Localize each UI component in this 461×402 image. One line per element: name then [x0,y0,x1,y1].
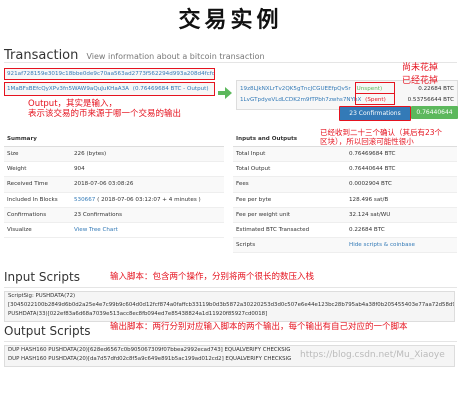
output-amount: 0.53756644 BTC [407,97,454,103]
input-script-box: ScriptSig: PUSHDATA(72) [3045022100b2849… [4,291,455,322]
row-label: Fee per byte [236,196,272,203]
unspent-annotation: 尚未花掉 [402,63,439,73]
block-time: ( 2018-07-06 03:12:07 + 4 minutes ) [97,196,201,203]
spent-highlight [355,93,395,105]
input-address-link[interactable]: 1MaBFsBEfcQyXPv3fn5WAW9aQuJuKHaA3A [7,86,129,92]
view-tree-chart-link[interactable]: View Tree Chart [74,223,118,237]
tx-hash-link[interactable]: 921af728159e3019c18bbe0de9c70aa563ad2773… [7,71,214,77]
summary-heading: Summary [4,132,224,147]
row-value: 0.76440644 BTC [349,166,396,173]
table-row: Fee per weight unit 32.124 sat/WU [233,207,457,223]
row-value: 128.496 sat/B [349,196,389,203]
confirmations-button[interactable]: 23 Confirmations [339,106,411,121]
table-row: Size 226 (bytes) [4,147,224,163]
row-label: Received Time [7,181,48,188]
row-label: Visualize [7,226,32,233]
row-value: 530667 ( 2018-07-06 03:12:07 + 4 minutes… [74,193,201,207]
script-line: ScriptSig: PUSHDATA(72) [8,293,76,299]
output-row: 1LvGTpdyeVLdLCDK2m9fTPbh7zwhs7NYhX (Spen… [240,95,454,105]
io-table: Inputs and Outputs Total Input 0.7646968… [233,132,457,254]
table-row: Visualize View Tree Chart [4,223,224,239]
row-label: Fee per weight unit [236,211,291,218]
summary-table: Summary Size 226 (bytes) Weight 904 Rece… [4,132,224,239]
row-value: 904 [74,166,85,173]
row-label: Weight [7,166,27,173]
output-address-link[interactable]: 19z8LJkNXLrTv2QK5gTncJCGUEEfpQv5r [240,86,351,92]
row-value: 0.0002904 BTC [349,181,392,188]
row-label: Total Output [236,166,271,173]
watermark: https://blog.csdn.net/Mu_Xiaoye [300,350,445,360]
output-address-link[interactable]: 1LvGTpdyeVLdLCDK2m9fTPbh7zwhs7NYhX [240,97,361,103]
input-address-box: 1MaBFsBEfcQyXPv3fn5WAW9aQuJuKHaA3A (0.76… [4,82,215,96]
table-row: Received Time 2018-07-06 03:08:26 [4,177,224,193]
transaction-subtitle: View information about a bitcoin transac… [86,52,265,61]
transaction-header: Transaction View information about a bit… [4,44,265,63]
input-scripts-title: Input Scripts [4,270,80,284]
row-label: Size [7,151,19,157]
row-label: Total Input [236,151,266,157]
output-script-annotation: 输出脚本：两行分别对应输入脚本的两个输出，每个输出有自己对应的一个脚本 [110,322,408,332]
header-divider [4,62,457,63]
row-value: 2018-07-06 03:08:26 [74,181,134,188]
hide-scripts-link[interactable]: Hide scripts & coinbase [349,238,415,252]
spent-annotation: 已经花掉 [402,76,439,86]
table-row: Included In Blocks 530667 ( 2018-07-06 0… [4,193,224,208]
row-value: 32.124 sat/WU [349,211,391,218]
row-value: 0.76469684 BTC [349,151,396,157]
page-title: 交易实例 [178,7,283,33]
input-amount[interactable]: (0.76469684 BTC - Output) [133,86,209,92]
row-value: 0.22684 BTC [349,226,385,233]
row-label: Scripts [236,242,256,249]
table-row: Fees 0.0002904 BTC [233,177,457,193]
row-label: Included In Blocks [7,196,58,203]
table-row: Estimated BTC Transacted 0.22684 BTC [233,223,457,239]
output-annotation: Output，其实是输入， 表示该交易的币来源于哪一个交易的输出 [28,99,182,119]
table-row: Confirmations 23 Confirmations [4,207,224,223]
table-row: Scripts Hide scripts & coinbase [233,238,457,254]
table-row: Fee per byte 128.496 sat/B [233,193,457,208]
block-link[interactable]: 530667 [74,197,95,203]
input-scripts-divider [4,287,457,288]
row-label: Confirmations [7,211,47,218]
row-value: 23 Confirmations [74,211,123,218]
tx-hash-box: 921af728159e3019c18bbe0de9c70aa563ad2773… [4,68,215,80]
script-line: [3045022100b2849d6b0d2a25e4e7c99b9c604d0… [8,302,455,308]
arrow-right-icon [218,84,232,99]
row-label: Estimated BTC Transacted [236,226,310,233]
transaction-heading: Transaction [4,48,79,63]
row-label: Fees [236,181,249,188]
table-row: Total Input 0.76469684 BTC [233,147,457,163]
input-script-annotation: 输入脚本：包含两个操作，分别将两个很长的数压入栈 [110,272,315,282]
output-scripts-title: Output Scripts [4,324,91,338]
table-row: Weight 904 [4,162,224,178]
output-scripts-divider [4,341,457,342]
script-line: PUSHDATA(33)[022ef83a6d68a7039e513acc8ec… [8,311,268,317]
row-value: 226 (bytes) [74,151,107,157]
table-row: Total Output 0.76440644 BTC [233,162,457,178]
total-btc-button[interactable]: 0.76440644 BTC [411,106,458,129]
io-heading: Inputs and Outputs [233,132,457,147]
